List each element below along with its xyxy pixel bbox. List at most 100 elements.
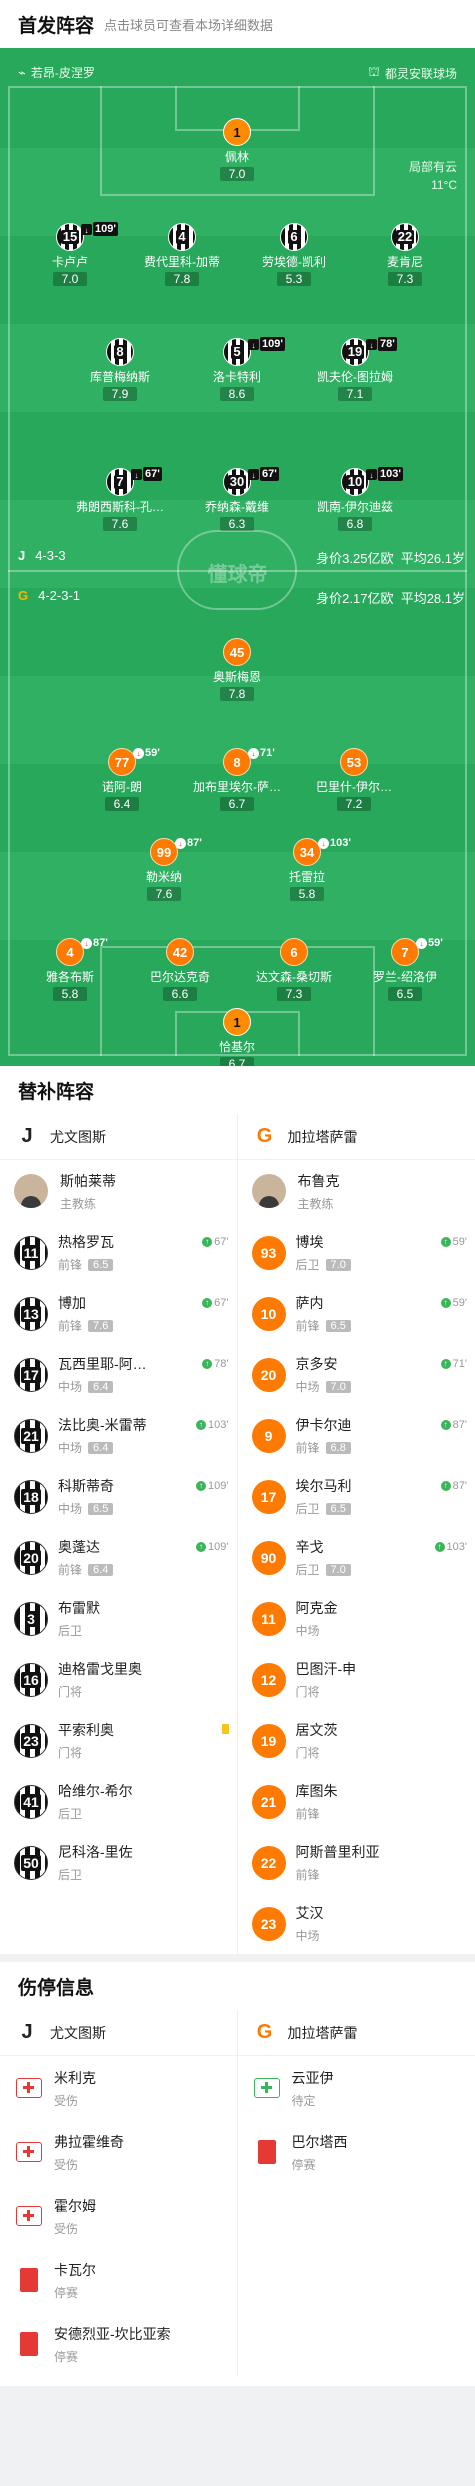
injury-row[interactable]: 安德烈亚-坎比亚索 停赛 xyxy=(0,2312,237,2376)
injury-row[interactable]: 云亚伊 待定 xyxy=(238,2056,475,2120)
gal-player[interactable]: 1 恰基尔 6.7 xyxy=(182,1008,292,1066)
gal-player[interactable]: 77 ↓ 59' 诺阿-朗 6.4 xyxy=(67,747,177,813)
substitute-row[interactable]: 19 居文茨 门将 xyxy=(238,1710,475,1771)
injury-away-team[interactable]: G 加拉塔萨雷 xyxy=(237,2010,475,2056)
injury-away-column: G 加拉塔萨雷 云亚伊 待定 巴尔塔西 停赛 xyxy=(237,2010,475,2376)
gal-player[interactable]: 4 ↓ 87' 雅各布斯 5.8 xyxy=(15,937,125,1003)
substitute-row[interactable]: 18 科斯蒂奇 中场 6.5 ↑ 109' xyxy=(0,1466,237,1527)
substitution-event: ↓ 67' xyxy=(131,467,162,481)
gal-player[interactable]: 53 巴里什-伊尔… 7.2 xyxy=(299,748,409,813)
substitute-row[interactable]: 16 迪格雷戈里奥 门将 xyxy=(0,1649,237,1710)
subs-home-team[interactable]: J 尤文图斯 xyxy=(0,1114,237,1160)
injury-row[interactable]: 卡瓦尔 停赛 xyxy=(0,2248,237,2312)
juve-player[interactable]: 6 劳埃德-凯利 5.3 xyxy=(239,223,349,288)
substitute-row[interactable]: 20 京多安 中场 7.0 ↑ 71' xyxy=(238,1344,475,1405)
weather-info: 局部有云 11°C xyxy=(408,160,457,192)
substitute-row[interactable]: 23 艾汉 中场 xyxy=(238,1893,475,1954)
gal-player[interactable]: 42 巴尔达克奇 6.6 xyxy=(125,938,235,1003)
substitute-name: 布雷默 xyxy=(58,1600,100,1616)
juventus-crest-icon: J xyxy=(21,2021,33,2043)
gal-player[interactable]: 7 ↓ 59' 罗兰-绍洛伊 6.5 xyxy=(350,937,460,1003)
juve-player[interactable]: 10 ↓ 103' 凯南-伊尔迪兹 6.8 xyxy=(300,467,410,533)
substitute-row[interactable]: 3 布雷默 后卫 xyxy=(0,1588,237,1649)
substitute-row[interactable]: 50 尼科洛-里佐 后卫 xyxy=(0,1832,237,1893)
substitute-row[interactable]: 20 奥蓬达 前锋 6.4 ↑ 109' xyxy=(0,1527,237,1588)
juve-player[interactable]: 8 库普梅纳斯 7.9 xyxy=(65,338,175,403)
sub-in-icon: ↑ xyxy=(196,1542,207,1552)
substitute-name: 库图朱 xyxy=(295,1783,338,1799)
away-coach[interactable]: 布鲁克 主教练 xyxy=(238,1160,475,1222)
galatasaray-crest-icon: G xyxy=(256,1125,273,1147)
gal-player[interactable]: 8 ↓ 71' 加布里埃尔-萨… 6.7 xyxy=(182,747,292,813)
juve-player[interactable]: 30 ↓ 67' 乔纳森-戴维 6.3 xyxy=(182,467,292,533)
substitution-event: ↓ 87' xyxy=(175,837,202,849)
jersey-icon: 22 xyxy=(251,1845,286,1880)
substitute-row[interactable]: 90 辛戈 后卫 7.0 ↑ 103' xyxy=(238,1527,475,1588)
sub-out-icon: ↓ xyxy=(248,468,259,480)
sub-out-icon: ↓ xyxy=(81,937,92,949)
injury-home-column: J 尤文图斯 米利克 受伤 弗拉霍维奇 受伤 霍尔姆 受伤 卡瓦尔 停赛 安德烈亚-坎比亚索 停赛 xyxy=(0,2010,238,2376)
substitute-row[interactable]: 11 阿克金 中场 xyxy=(238,1588,475,1649)
substitute-name: 博埃 xyxy=(295,1234,324,1250)
substitute-row[interactable]: 13 博加 前锋 7.6 ↑ 67' xyxy=(0,1283,237,1344)
gal-player[interactable]: 34 ↓ 103' 托雷拉 5.8 xyxy=(252,837,362,903)
substitute-row[interactable]: 21 库图朱 前锋 xyxy=(238,1771,475,1832)
injured-player-name: 卡瓦尔 xyxy=(54,2261,96,2278)
red-card-icon xyxy=(20,2332,38,2356)
substitute-row[interactable]: 17 埃尔马利 后卫 6.5 ↑ 87' xyxy=(238,1466,475,1527)
juve-player[interactable]: 15 ↓ 109' 卡卢卢 7.0 xyxy=(15,222,125,288)
substitute-row[interactable]: 12 巴图汗-申 门将 xyxy=(238,1649,475,1710)
juve-player[interactable]: 4 费代里科-加蒂 7.8 xyxy=(127,223,237,288)
player-name: 库普梅纳斯 xyxy=(89,370,150,384)
substitute-row[interactable]: 10 萨内 前锋 6.5 ↑ 59' xyxy=(238,1283,475,1344)
subs-away-team[interactable]: G 加拉塔萨雷 xyxy=(237,1114,475,1160)
gal-player[interactable]: 99 ↓ 87' 勒米纳 7.6 xyxy=(109,837,219,903)
juve-player[interactable]: 19 ↓ 78' 凯夫伦-图拉姆 7.1 xyxy=(300,337,410,403)
injury-row[interactable]: 巴尔塔西 停赛 xyxy=(238,2120,475,2184)
injury-row[interactable]: 弗拉霍维奇 受伤 xyxy=(0,2120,237,2184)
injury-row[interactable]: 米利克 受伤 xyxy=(0,2056,237,2120)
substitute-row[interactable]: 17 瓦西里耶-阿… 中场 6.4 ↑ 78' xyxy=(0,1344,237,1405)
substitute-position: 后卫 xyxy=(58,1624,83,1638)
sub-out-icon: ↓ xyxy=(366,468,377,480)
subs-title: 替补阵容 xyxy=(18,1081,95,1103)
injury-home-team[interactable]: J 尤文图斯 xyxy=(0,2010,237,2056)
coach-avatar xyxy=(14,1174,48,1208)
juve-player[interactable]: 1 佩林 7.0 xyxy=(182,118,292,183)
injury-row[interactable]: 霍尔姆 受伤 xyxy=(0,2184,237,2248)
substitute-row[interactable]: 11 热格罗瓦 前锋 6.5 ↑ 67' xyxy=(0,1222,237,1283)
gal-value: 身价2.17亿欧 平均28.1岁 xyxy=(316,591,465,606)
sub-in-icon: ↑ xyxy=(434,1542,445,1552)
substitute-row[interactable]: 9 伊卡尔迪 前锋 6.8 ↑ 87' xyxy=(238,1405,475,1466)
jersey-icon: 93 xyxy=(251,1235,286,1270)
player-name: 诺阿-朗 xyxy=(102,780,142,794)
substitute-position: 前锋 xyxy=(58,1563,83,1577)
jersey-icon: 15 ↓ 109' xyxy=(56,222,118,251)
gal-player[interactable]: 45 奥斯梅恩 7.8 xyxy=(182,638,292,703)
substitute-row[interactable]: 21 法比奥-米雷蒂 中场 6.4 ↑ 103' xyxy=(0,1405,237,1466)
substitute-name: 博加 xyxy=(58,1295,86,1311)
substitute-row[interactable]: 93 博埃 后卫 7.0 ↑ 59' xyxy=(238,1222,475,1283)
substitute-row[interactable]: 23 平索利奥 门将 xyxy=(0,1710,237,1771)
lineup-header: 首发阵容 点击球员可查看本场详细数据 xyxy=(0,0,475,48)
jersey-icon: 99 ↓ 87' xyxy=(150,837,202,866)
home-coach[interactable]: 斯帕莱蒂 主教练 xyxy=(0,1160,237,1222)
juve-player[interactable]: 5 ↓ 109' 洛卡特利 8.6 xyxy=(182,337,292,403)
home-coach-label: ⌁ 若昂-皮涅罗 xyxy=(18,64,95,81)
jersey-icon: 19 ↓ 78' xyxy=(341,337,397,366)
substitute-rating: 6.5 xyxy=(88,1258,114,1271)
jersey-icon: 13 xyxy=(14,1296,48,1331)
substitute-row[interactable]: 22 阿斯普里利亚 前锋 xyxy=(238,1832,475,1893)
substitute-row[interactable]: 41 哈维尔-希尔 后卫 xyxy=(0,1771,237,1832)
juve-player[interactable]: 7 ↓ 67' 弗朗西斯科-孔… 7.6 xyxy=(65,467,175,533)
player-rating: 7.3 xyxy=(277,987,311,1001)
substitute-rating: 7.0 xyxy=(325,1380,351,1393)
juve-player[interactable]: 22 麦肯尼 7.3 xyxy=(350,223,460,288)
jersey-icon: 21 xyxy=(14,1418,48,1453)
jersey-icon: 41 xyxy=(14,1784,48,1819)
jersey-icon: 17 xyxy=(14,1357,48,1392)
gal-player[interactable]: 6 达文森-桑切斯 7.3 xyxy=(239,938,349,1003)
substitute-name: 居文茨 xyxy=(295,1722,338,1738)
injury-status: 受伤 xyxy=(54,2221,79,2236)
jersey-icon: 77 ↓ 59' xyxy=(108,747,160,776)
